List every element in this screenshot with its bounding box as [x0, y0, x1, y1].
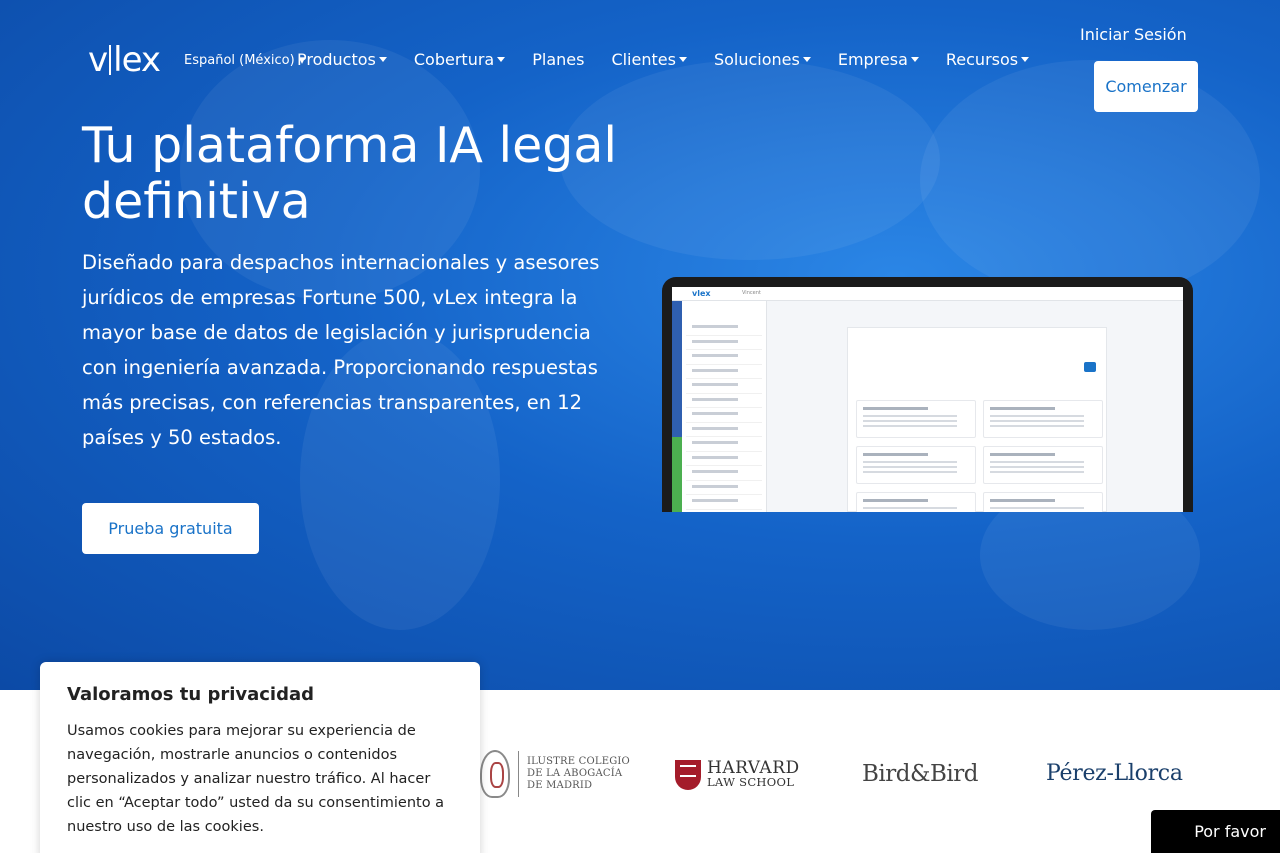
nav-planes[interactable]: Planes [532, 50, 584, 69]
world-map-shape [920, 60, 1260, 300]
icam-logo: ILUSTRE COLEGIO DE LA ABOGACÍA DE MADRID [480, 750, 630, 798]
bird-bird-logo: Bird&Bird [862, 761, 978, 787]
hero-section: v lex Español (México) ▾ Productos Cobert… [0, 0, 1280, 690]
privacy-text: Usamos cookies para mejorar su experienc… [67, 723, 445, 835]
nav-cobertura[interactable]: Cobertura [414, 50, 506, 69]
vlex-logo[interactable]: v lex [88, 40, 161, 80]
nav-productos[interactable]: Productos [297, 50, 387, 69]
app-screenshot: vlex Vincent [672, 287, 1183, 512]
chevron-down-icon [1021, 57, 1030, 62]
login-link[interactable]: Iniciar Sesión [1080, 25, 1187, 44]
app-card [983, 446, 1103, 484]
app-sidebar-accent [672, 437, 682, 512]
icam-seal-icon [480, 750, 510, 798]
chevron-down-icon [378, 57, 387, 62]
nav-empresa[interactable]: Empresa [838, 50, 919, 69]
laptop-mockup: vlex Vincent [662, 277, 1193, 512]
app-tab: Vincent [742, 290, 761, 296]
free-trial-button[interactable]: Prueba gratuita [82, 503, 259, 554]
harvard-shield-icon [675, 760, 701, 790]
harvard-logo: HARVARD LAW SCHOOL [675, 760, 800, 790]
app-card [983, 492, 1103, 512]
nav-recursos[interactable]: Recursos [946, 50, 1030, 69]
start-button[interactable]: Comenzar [1094, 61, 1198, 112]
app-main-panel [847, 327, 1107, 512]
chevron-down-icon [678, 57, 687, 62]
nav-clientes[interactable]: Clientes [611, 50, 687, 69]
chevron-down-icon [910, 57, 919, 62]
nav-soluciones[interactable]: Soluciones [714, 50, 811, 69]
hero-title: Tu plataforma IA legal definitiva [82, 117, 618, 230]
app-history-list [682, 301, 767, 512]
app-card [983, 400, 1103, 438]
language-selector[interactable]: Español (México) ▾ [184, 53, 305, 68]
app-card [856, 492, 976, 512]
perez-llorca-logo: Pérez-Llorca [1046, 761, 1183, 786]
help-widget-button[interactable]: Por favor [1151, 810, 1280, 853]
cookie-consent-dialog: Valoramos tu privacidad Usamos cookies p… [40, 662, 480, 853]
app-card [856, 400, 976, 438]
app-topbar: vlex Vincent [672, 287, 1183, 301]
app-logo: vlex [692, 289, 711, 298]
app-send-button [1084, 362, 1096, 372]
chevron-down-icon [497, 57, 506, 62]
privacy-title: Valoramos tu privacidad [67, 684, 315, 705]
hero-description: Diseñado para despachos internacionales … [82, 251, 600, 449]
chevron-down-icon [802, 57, 811, 62]
app-card [856, 446, 976, 484]
main-nav: Productos Cobertura Planes Clientes Solu… [297, 50, 1056, 69]
